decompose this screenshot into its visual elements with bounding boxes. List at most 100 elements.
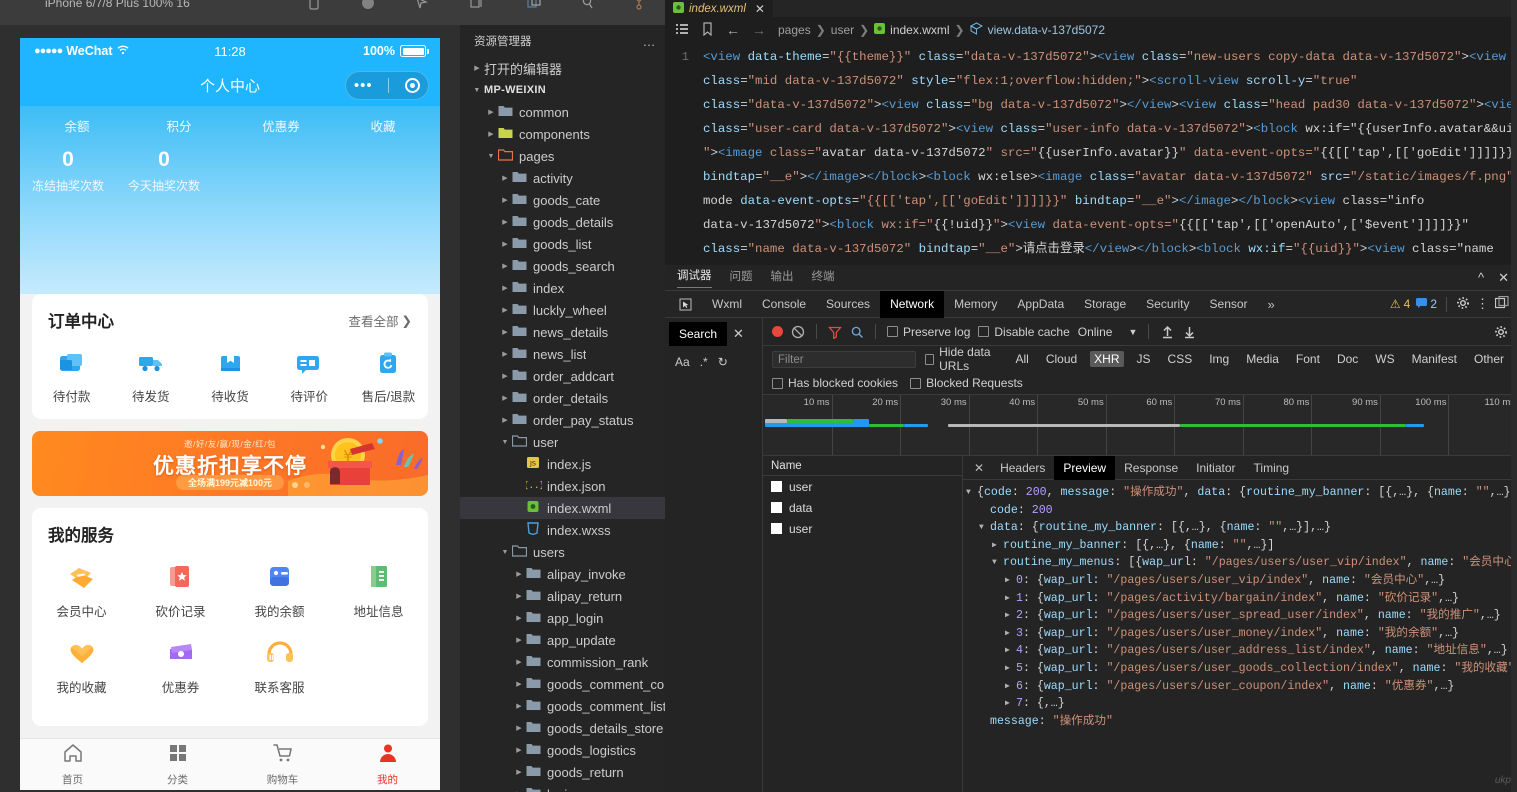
json-row[interactable]: ▶ 2: {wap_url: "/pages/users/user_spread… bbox=[966, 607, 1517, 625]
tab-storage[interactable]: Storage bbox=[1074, 291, 1136, 318]
explorer-item-goods_logistics[interactable]: ▶ goods_logistics bbox=[460, 739, 665, 761]
json-row[interactable]: ▼ data: {routine_my_banner: [{,…}, {name… bbox=[966, 519, 1517, 537]
chevron-right-icon[interactable]: ▶ bbox=[1005, 572, 1016, 590]
throttle-select[interactable]: Online ▼ bbox=[1078, 325, 1138, 339]
bookmark-icon[interactable] bbox=[701, 21, 714, 39]
chevron-right-icon[interactable]: ▶ bbox=[1005, 642, 1016, 660]
tab-console[interactable]: Console bbox=[752, 291, 816, 318]
filter-type-manifest[interactable]: Manifest bbox=[1408, 351, 1461, 367]
search-tab-button[interactable]: Search bbox=[669, 322, 727, 346]
explorer-item-goods_details[interactable]: ▶ goods_details bbox=[460, 211, 665, 233]
cursor-icon[interactable] bbox=[413, 0, 431, 12]
source-control-icon[interactable] bbox=[633, 0, 651, 12]
chevron-right-icon[interactable]: ▶ bbox=[498, 281, 512, 295]
chevron-right-icon[interactable]: ▶ bbox=[512, 787, 526, 792]
chevron-right-icon[interactable]: ▶ bbox=[512, 655, 526, 669]
explorer-item-alipay_invoke[interactable]: ▶ alipay_invoke bbox=[460, 563, 665, 585]
json-row[interactable]: ▶ routine_my_banner: [{,…}, {name: "",…}… bbox=[966, 537, 1517, 555]
json-row[interactable]: ▶ 4: {wap_url: "/pages/users/user_addres… bbox=[966, 642, 1517, 660]
tabs-overflow-icon[interactable]: » bbox=[1258, 291, 1285, 318]
regex-icon[interactable]: .* bbox=[700, 355, 708, 369]
chevron-right-icon[interactable]: ▶ bbox=[512, 677, 526, 691]
panel-tab-output[interactable]: 输出 bbox=[771, 268, 794, 288]
info-badge[interactable]: 2 bbox=[1416, 297, 1437, 311]
chevron-right-icon[interactable]: ▶ bbox=[498, 413, 512, 427]
service-bargain-records[interactable]: 砍价记录 bbox=[131, 560, 230, 620]
chevron-right-icon[interactable]: ▶ bbox=[1005, 590, 1016, 608]
explorer-item-news_details[interactable]: ▶ news_details bbox=[460, 321, 665, 343]
explorer-item-order_addcart[interactable]: ▶ order_addcart bbox=[460, 365, 665, 387]
explorer-item-news_list[interactable]: ▶ news_list bbox=[460, 343, 665, 365]
chevron-right-icon[interactable]: ▶ bbox=[512, 765, 526, 779]
match-case-icon[interactable]: Aa bbox=[675, 355, 690, 369]
explorer-item-app_update[interactable]: ▶ app_update bbox=[460, 629, 665, 651]
detail-tab-timing[interactable]: Timing bbox=[1245, 456, 1299, 480]
json-row[interactable]: ▶ 3: {wap_url: "/pages/users/user_money/… bbox=[966, 625, 1517, 643]
json-row[interactable]: ▼ {code: 200, message: "操作成功", data: {ro… bbox=[966, 484, 1517, 502]
blocked-requests-checkbox[interactable]: Blocked Requests bbox=[910, 376, 1023, 390]
detail-tab-initiator[interactable]: Initiator bbox=[1187, 456, 1244, 480]
record-button[interactable] bbox=[772, 326, 783, 337]
network-timeline[interactable]: 10 ms 20 ms 30 ms 40 ms 50 ms 60 ms 70 m… bbox=[763, 394, 1517, 456]
chevron-right-icon[interactable]: ▶ bbox=[1005, 625, 1016, 643]
chevron-right-icon[interactable]: ▶ bbox=[512, 611, 526, 625]
phone-icon[interactable] bbox=[305, 0, 323, 12]
service-my-favorites[interactable]: 我的收藏 bbox=[32, 636, 131, 696]
explorer-item-order_pay_status[interactable]: ▶ order_pay_status bbox=[460, 409, 665, 431]
explorer-more-icon[interactable]: … bbox=[643, 34, 658, 49]
import-har-icon[interactable] bbox=[1160, 325, 1174, 339]
panel-tab-problems[interactable]: 问题 bbox=[730, 268, 753, 288]
json-row[interactable]: ▶ 5: {wap_url: "/pages/users/user_goods_… bbox=[966, 660, 1517, 678]
chevron-right-icon[interactable]: ▶ bbox=[512, 743, 526, 757]
stat-frozen-draws[interactable]: 0 冻结抽奖次数 bbox=[20, 149, 116, 194]
chevron-down-icon[interactable]: ▼ bbox=[966, 484, 977, 502]
explorer-icon[interactable] bbox=[525, 0, 543, 12]
chevron-right-icon[interactable]: ▶ bbox=[992, 537, 1003, 555]
chevron-right-icon[interactable]: ▶ bbox=[512, 633, 526, 647]
chevron-down-icon[interactable]: ▼ bbox=[498, 545, 512, 559]
stat-points[interactable]: 10 积分 bbox=[128, 106, 230, 135]
chevron-right-icon[interactable]: ▶ bbox=[1005, 695, 1016, 713]
has-blocked-cookies-checkbox[interactable]: Has blocked cookies bbox=[772, 376, 898, 390]
search-close-icon[interactable]: ✕ bbox=[733, 326, 744, 342]
json-row[interactable]: ▼ routine_my_menus: [{wap_url: "/pages/u… bbox=[966, 554, 1517, 572]
explorer-item-goods_cate[interactable]: ▶ goods_cate bbox=[460, 189, 665, 211]
tab-sources[interactable]: Sources bbox=[816, 291, 880, 318]
order-status-refund[interactable]: 售后/退款 bbox=[349, 348, 428, 405]
search-icon[interactable] bbox=[579, 0, 597, 12]
filter-icon[interactable] bbox=[828, 325, 842, 339]
explorer-item-index-js[interactable]: JS index.js bbox=[460, 453, 665, 475]
tab-security[interactable]: Security bbox=[1136, 291, 1199, 318]
chevron-right-icon[interactable]: ▶ bbox=[498, 193, 512, 207]
json-row[interactable]: ▶ 7: {,…} bbox=[966, 695, 1517, 713]
panel-tab-debugger[interactable]: 调试器 bbox=[677, 267, 712, 288]
explorer-item-goods_details_store[interactable]: ▶ goods_details_store bbox=[460, 717, 665, 739]
explorer-workspace-root[interactable]: ▼ MP-WEIXIN bbox=[460, 79, 665, 101]
explorer-item-alipay_return[interactable]: ▶ alipay_return bbox=[460, 585, 665, 607]
stat-coupons[interactable]: 0 优惠券 bbox=[230, 106, 332, 135]
wechat-capsule-buttons[interactable]: ••• bbox=[345, 71, 429, 100]
inspect-element-icon[interactable] bbox=[669, 291, 702, 318]
explorer-item-user[interactable]: ▼ user bbox=[460, 431, 665, 453]
chevron-down-icon[interactable]: ▼ bbox=[992, 554, 1003, 572]
table-row[interactable]: user bbox=[763, 518, 962, 539]
tabbar-item-cart[interactable]: 购物车 bbox=[230, 739, 335, 790]
breadcrumb-file[interactable]: index.wxml bbox=[890, 23, 949, 37]
filter-type-media[interactable]: Media bbox=[1242, 351, 1283, 367]
json-row[interactable]: ▶ 6: {wap_url: "/pages/users/user_coupon… bbox=[966, 678, 1517, 696]
filter-type-font[interactable]: Font bbox=[1292, 351, 1324, 367]
chevron-right-icon[interactable]: ▶ bbox=[484, 127, 498, 141]
detail-tab-preview[interactable]: Preview bbox=[1054, 455, 1116, 480]
filter-type-xhr[interactable]: XHR bbox=[1090, 351, 1124, 367]
chevron-right-icon[interactable]: ▶ bbox=[498, 325, 512, 339]
explorer-item-goods_comment_con[interactable]: ▶ goods_comment_con bbox=[460, 673, 665, 695]
order-status-pending-payment[interactable]: 待付款 bbox=[32, 348, 111, 405]
back-arrow-icon[interactable]: ← bbox=[726, 22, 740, 38]
explorer-open-editors[interactable]: ▶ 打开的编辑器 bbox=[460, 57, 665, 79]
order-status-pending-receipt[interactable]: 待收货 bbox=[190, 348, 269, 405]
capsule-menu-icon[interactable]: ••• bbox=[354, 78, 373, 93]
close-icon[interactable]: ✕ bbox=[1498, 270, 1509, 286]
chevron-right-icon[interactable]: ▶ bbox=[498, 215, 512, 229]
chevron-right-icon[interactable]: ▶ bbox=[512, 589, 526, 603]
tab-wxml[interactable]: Wxml bbox=[702, 291, 752, 318]
